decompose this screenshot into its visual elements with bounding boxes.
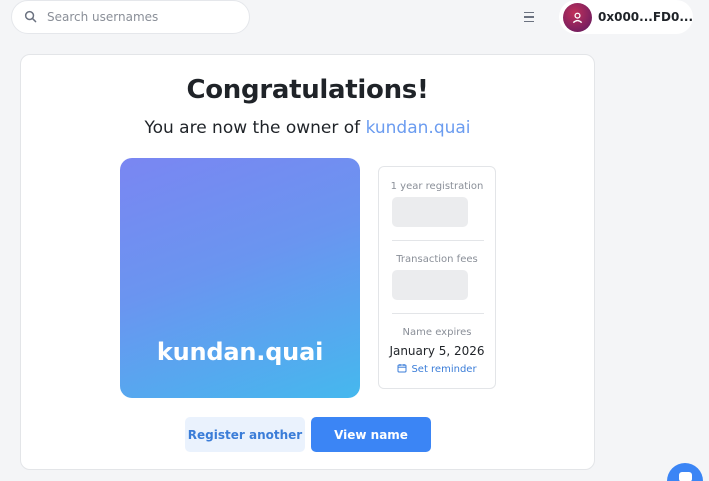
- hamburger-menu-icon[interactable]: [520, 9, 538, 25]
- ownership-message-prefix: You are now the owner of: [144, 118, 366, 138]
- divider: [392, 240, 484, 241]
- search-icon: [24, 8, 37, 27]
- registration-success-card: Congratulations! You are now the owner o…: [20, 54, 595, 470]
- fees-label: Transaction fees: [396, 254, 478, 265]
- registration-cost-placeholder: [392, 197, 468, 227]
- user-avatar-icon: [563, 2, 592, 32]
- ownership-message: You are now the owner of kundan.quai: [21, 118, 594, 138]
- calendar-icon: [397, 363, 407, 376]
- expiry-date: January 5, 2026: [389, 344, 485, 358]
- account-button[interactable]: 0x000...FD0...: [559, 0, 693, 34]
- owned-name-link: kundan.quai: [365, 118, 471, 138]
- name-tile-label: kundan.quai: [156, 338, 324, 366]
- expires-label: Name expires: [402, 327, 472, 338]
- chat-icon[interactable]: [667, 463, 703, 481]
- set-reminder-label: Set reminder: [411, 364, 477, 375]
- search-bar[interactable]: [11, 0, 250, 34]
- divider: [392, 313, 484, 314]
- registration-label: 1 year registration: [390, 181, 484, 192]
- set-reminder-link[interactable]: Set reminder: [379, 363, 495, 376]
- fees-placeholder: [392, 270, 468, 300]
- register-another-button[interactable]: Register another: [185, 417, 305, 452]
- name-nft-tile: kundan.quai: [120, 158, 360, 398]
- view-name-button[interactable]: View name: [311, 417, 431, 452]
- account-address: 0x000...FD0...: [598, 10, 693, 24]
- page-title: Congratulations!: [186, 75, 429, 105]
- registration-details-panel: 1 year registration Transaction fees Nam…: [378, 166, 496, 389]
- search-input[interactable]: [47, 10, 237, 24]
